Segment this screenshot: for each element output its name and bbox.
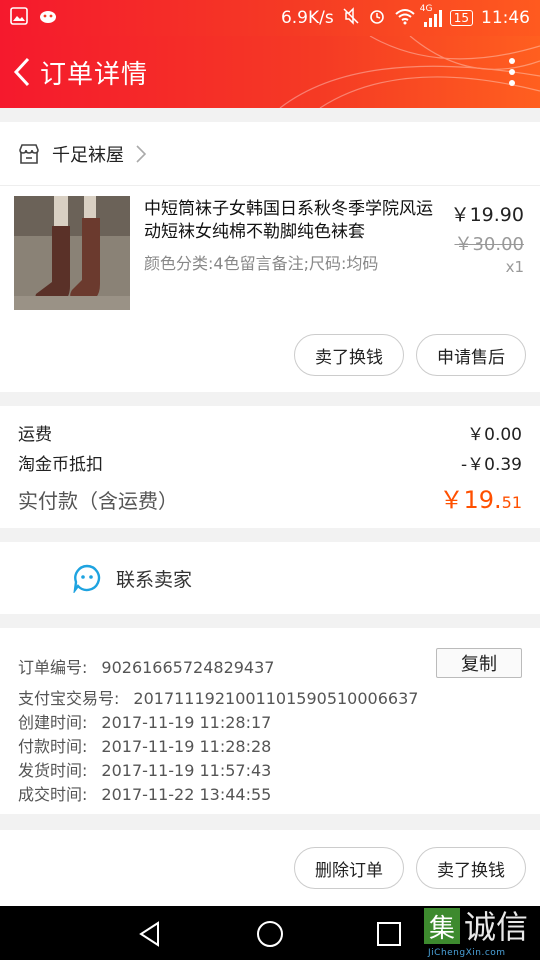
chat-bubble-icon bbox=[73, 564, 101, 593]
alarm-icon bbox=[368, 7, 386, 30]
cost-summary: 运费 ￥0.00 淘金币抵扣 -￥0.39 实付款（含运费） ￥19.51 bbox=[0, 406, 540, 528]
product-quantity: x1 bbox=[505, 258, 524, 276]
paid-label: 实付款（含运费） bbox=[18, 489, 178, 513]
coin-value: -￥0.39 bbox=[461, 455, 522, 475]
battery-indicator: 15 bbox=[449, 10, 473, 26]
nav-back-icon[interactable] bbox=[136, 920, 164, 948]
header-decoration bbox=[279, 36, 540, 108]
shipping-label: 运费 bbox=[18, 425, 52, 445]
app-header: 订单详情 bbox=[0, 36, 540, 108]
contact-seller-button[interactable]: 联系卖家 bbox=[0, 542, 540, 614]
product-title[interactable]: 中短筒袜子女韩国日系秋冬季学院风运动短袜女纯棉不勒脚纯色袜套 bbox=[144, 198, 434, 244]
order-info: 订单编号: 90261665724829437 复制 支付宝交易号: 2017111… bbox=[0, 628, 540, 814]
product-image[interactable] bbox=[14, 196, 130, 310]
watermark-url: JiChengXin.com bbox=[428, 948, 506, 958]
nav-recents-icon[interactable] bbox=[376, 921, 402, 947]
copy-button[interactable]: 复制 bbox=[436, 648, 522, 678]
paid-time-row: 付款时间: 2017-11-19 11:28:28 bbox=[18, 737, 272, 756]
shipping-value: ￥0.00 bbox=[467, 425, 522, 445]
order-item: 中短筒袜子女韩国日系秋冬季学院风运动短袜女纯棉不勒脚纯色袜套 颜色分类:4色留言… bbox=[0, 186, 540, 392]
sell-button[interactable]: 卖了换钱 bbox=[294, 334, 404, 376]
completed-time-row: 成交时间: 2017-11-22 13:44:55 bbox=[18, 785, 272, 804]
bottom-sell-button[interactable]: 卖了换钱 bbox=[416, 847, 526, 889]
nav-home-icon[interactable] bbox=[255, 919, 285, 949]
shipped-time-row: 发货时间: 2017-11-19 11:57:43 bbox=[18, 761, 272, 780]
shop-name: 千足袜屋 bbox=[52, 144, 124, 166]
watermark: 集 诚信 JiChengXin.com bbox=[424, 908, 540, 960]
status-bar: 6.9K/s 4G 15 11:46 bbox=[0, 0, 540, 36]
contact-seller-label: 联系卖家 bbox=[116, 568, 193, 591]
back-button[interactable] bbox=[4, 36, 40, 108]
taobao-notification-icon bbox=[38, 8, 58, 29]
shipping-row: 运费 ￥0.00 bbox=[18, 420, 522, 445]
after-sale-button[interactable]: 申请售后 bbox=[416, 334, 526, 376]
watermark-text: 诚信 bbox=[464, 908, 529, 946]
network-speed: 6.9K/s bbox=[280, 8, 334, 28]
paid-amount: ￥19.51 bbox=[439, 486, 522, 514]
watermark-logo: 集 bbox=[424, 908, 460, 944]
more-menu-button[interactable] bbox=[502, 54, 522, 90]
order-id[interactable]: 90261665724829437 bbox=[101, 658, 274, 677]
paid-row: 实付款（含运费） ￥19.51 bbox=[18, 480, 522, 515]
product-original-price: ￥30.00 bbox=[454, 234, 524, 255]
mute-icon bbox=[342, 6, 360, 30]
product-sku: 颜色分类:4色留言备注;尺码:均码 bbox=[144, 254, 379, 273]
coin-label: 淘金币抵扣 bbox=[18, 455, 103, 475]
created-time-row: 创建时间: 2017-11-19 11:28:17 bbox=[18, 713, 272, 732]
alipay-id: 2017111921001101590510006637 bbox=[133, 689, 419, 708]
store-icon bbox=[19, 143, 39, 164]
bottom-actions: 删除订单 卖了换钱 bbox=[0, 830, 540, 906]
shop-row[interactable]: 千足袜屋 bbox=[0, 122, 540, 186]
coin-deduction-row: 淘金币抵扣 -￥0.39 bbox=[18, 450, 522, 475]
time: 11:46 bbox=[481, 8, 530, 28]
delete-order-button[interactable]: 删除订单 bbox=[294, 847, 404, 889]
chevron-right-icon bbox=[136, 144, 146, 163]
chevron-left-icon bbox=[13, 57, 30, 87]
product-price: ￥19.90 bbox=[450, 204, 524, 226]
order-id-row: 订单编号: 90261665724829437 bbox=[18, 658, 275, 677]
system-nav-bar: 集 诚信 JiChengXin.com bbox=[0, 906, 540, 960]
wifi-icon bbox=[394, 7, 416, 30]
gallery-icon bbox=[10, 6, 28, 30]
page-title: 订单详情 bbox=[40, 59, 149, 90]
alipay-row: 支付宝交易号: 2017111921001101590510006637 bbox=[18, 689, 419, 708]
signal-icon: 4G bbox=[420, 4, 442, 27]
